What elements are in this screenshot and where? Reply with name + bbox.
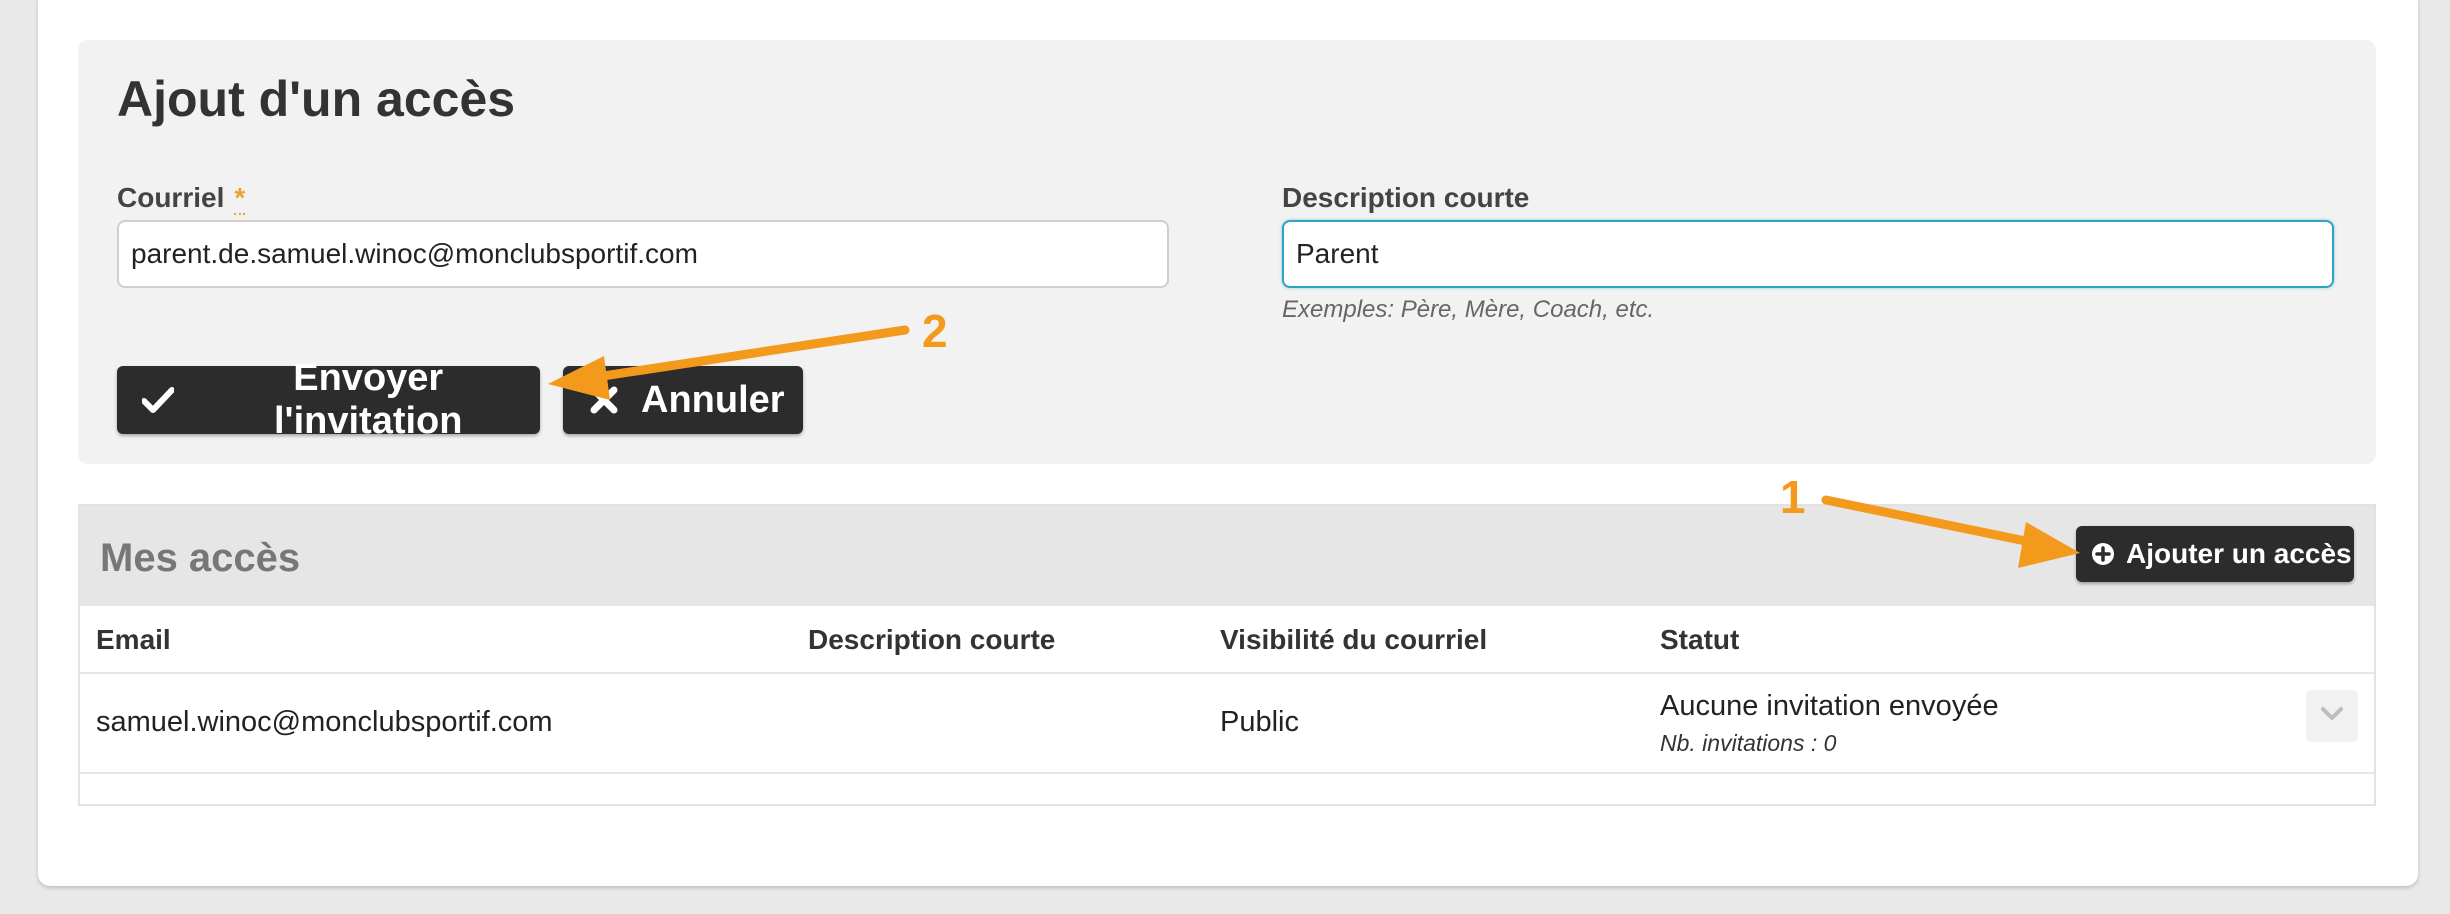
- column-header-status[interactable]: Statut: [1660, 624, 1739, 656]
- row-invitation-count: Nb. invitations : 0: [1660, 730, 1837, 756]
- email-label: Courriel *: [117, 182, 246, 215]
- row-status: Aucune invitation envoyée: [1660, 690, 1999, 722]
- column-header-email[interactable]: Email: [96, 624, 171, 656]
- add-access-button[interactable]: Ajouter un accès: [2076, 526, 2354, 582]
- description-field[interactable]: [1282, 220, 2334, 288]
- access-list-title: Mes accès: [100, 536, 301, 580]
- required-marker: *: [234, 182, 246, 215]
- send-invitation-label: Envoyer l'invitation: [273, 357, 463, 442]
- annotation-number-1: 1: [1780, 471, 1806, 523]
- access-list-panel: Mes accès Email Description courte Visib…: [78, 504, 2376, 806]
- close-icon: [587, 383, 621, 417]
- row-expand-toggle[interactable]: [2306, 690, 2358, 742]
- check-icon: [141, 383, 174, 417]
- email-field[interactable]: [117, 220, 1169, 288]
- email-label-text: Courriel: [117, 182, 225, 213]
- chevron-down-icon: [2321, 706, 2343, 726]
- form-title: Ajout d'un accès: [117, 71, 516, 127]
- header-divider: [80, 672, 2374, 674]
- access-list-header: Mes accès: [80, 506, 2374, 606]
- row-email: samuel.winoc@monclubsportif.com: [96, 706, 553, 738]
- cancel-label: Annuler: [641, 378, 785, 421]
- row-divider: [80, 772, 2374, 774]
- send-invitation-button[interactable]: Envoyer l'invitation: [117, 357, 540, 442]
- row-visibility: Public: [1220, 706, 1299, 738]
- add-access-label: Ajouter un accès: [2126, 538, 2352, 569]
- plus-circle-icon: [2090, 541, 2116, 567]
- cancel-button[interactable]: Annuler: [563, 366, 803, 434]
- annotation-number-2: 2: [922, 305, 948, 357]
- description-hint: Exemples: Père, Mère, Coach, etc.: [1282, 296, 1655, 323]
- column-header-visibility[interactable]: Visibilité du courriel: [1220, 624, 1487, 656]
- description-label: Description courte: [1282, 182, 1530, 213]
- column-header-description[interactable]: Description courte: [808, 624, 1055, 656]
